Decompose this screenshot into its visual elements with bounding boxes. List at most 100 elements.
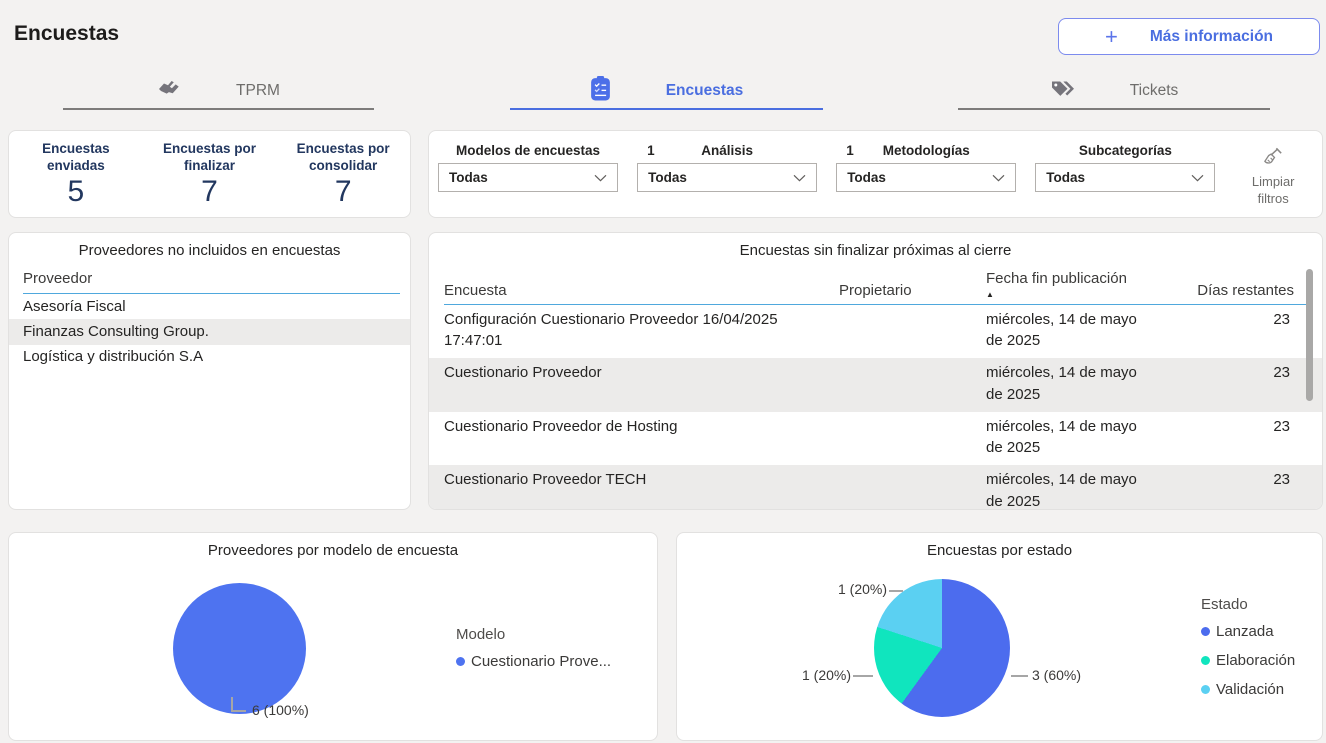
column-header-propietario[interactable]: Propietario	[839, 282, 986, 300]
surveys-panel-title: Encuestas sin finalizar próximas al cier…	[429, 233, 1322, 259]
pie-slice-cuestionario-proveedor[interactable]	[173, 583, 306, 714]
legend-dot	[1201, 627, 1210, 636]
slicer-badge: 1	[647, 143, 655, 158]
pie-encuestas-por-estado[interactable]	[874, 579, 1010, 717]
legend-title: Estado	[1201, 596, 1295, 613]
table-row[interactable]: Cuestionario Proveedor de Hosting miérco…	[429, 412, 1322, 466]
tab-encuestas[interactable]: Encuestas	[510, 74, 823, 110]
clear-filters-label: Limpiar	[1234, 174, 1312, 191]
cell-fecha: miércoles, 14 de mayo de 2025	[986, 358, 1164, 412]
pie-data-label-lanzada: 3 (60%)	[1032, 667, 1081, 683]
kpi-encuestas-por-finalizar: Encuestas por finalizar 7	[143, 141, 277, 207]
leader-line	[1011, 675, 1028, 677]
table-row[interactable]: Cuestionario Proveedor TECH miércoles, 1…	[429, 465, 1322, 510]
cell-fecha: miércoles, 14 de mayo de 2025	[986, 465, 1164, 510]
chart-title: Proveedores por modelo de encuesta	[9, 533, 657, 559]
kpi-value: 7	[143, 177, 277, 207]
table-row[interactable]: Cuestionario Proveedor miércoles, 14 de …	[429, 358, 1322, 412]
kpi-card: Encuestas enviadas 5 Encuestas por final…	[8, 130, 411, 218]
tab-tprm-label: TPRM	[236, 82, 280, 100]
legend-label: Lanzada	[1216, 623, 1274, 640]
cell-propietario	[839, 465, 986, 510]
slicer-value: Todas	[449, 170, 488, 185]
legend-dot	[1201, 685, 1210, 694]
pie-chart-proveedores-por-modelo: Proveedores por modelo de encuesta 6 (10…	[8, 532, 658, 741]
plus-icon: +	[1105, 26, 1118, 48]
tab-encuestas-label: Encuestas	[666, 82, 744, 100]
legend-item-lanzada[interactable]: Lanzada	[1201, 623, 1295, 640]
more-info-label: Más información	[1150, 28, 1273, 46]
tab-tickets[interactable]: Tickets	[958, 74, 1270, 110]
table-row[interactable]: Logística y distribución S.A	[9, 345, 410, 370]
column-header-encuesta[interactable]: Encuesta	[444, 282, 839, 300]
slicer-dropdown-metodologias[interactable]: Todas	[836, 163, 1016, 192]
leader-line	[853, 675, 873, 677]
legend-title: Modelo	[456, 626, 611, 643]
cell-fecha: miércoles, 14 de mayo de 2025	[986, 305, 1164, 359]
kpi-encuestas-enviadas: Encuestas enviadas 5	[9, 141, 143, 207]
providers-panel-title: Proveedores no incluidos en encuestas	[9, 233, 410, 259]
chart-legend: Estado Lanzada Elaboración Validación	[1201, 596, 1295, 710]
clear-filters-button[interactable]: Limpiar filtros	[1234, 143, 1312, 208]
table-row[interactable]: Configuración Cuestionario Proveedor 16/…	[429, 305, 1322, 359]
chevron-down-icon	[793, 169, 806, 187]
kpi-value: 7	[276, 177, 410, 207]
chart-title: Encuestas por estado	[677, 533, 1322, 559]
broom-icon	[1262, 155, 1285, 172]
cell-encuesta: Cuestionario Proveedor TECH	[444, 465, 839, 510]
column-header-fecha[interactable]: Fecha fin publicación ▲	[986, 270, 1164, 300]
more-info-button[interactable]: + Más información	[1058, 18, 1320, 55]
kpi-value: 5	[9, 177, 143, 207]
slicer-label: Metodologías	[883, 143, 970, 158]
vertical-scrollbar[interactable]	[1306, 269, 1313, 401]
legend-label: Cuestionario Prove...	[471, 653, 611, 670]
slicer-value: Todas	[1046, 170, 1085, 185]
slicer-dropdown-subcategorias[interactable]: Todas	[1035, 163, 1215, 192]
slicer-subcategorias: Subcategorías Todas	[1035, 143, 1215, 192]
tab-tprm[interactable]: TPRM	[63, 74, 374, 110]
slicer-value: Todas	[847, 170, 886, 185]
leader-line	[231, 697, 233, 711]
cell-encuesta: Cuestionario Proveedor de Hosting	[444, 412, 839, 466]
slicer-label: Subcategorías	[1079, 143, 1172, 158]
tab-tickets-label: Tickets	[1130, 82, 1179, 100]
legend-item[interactable]: Cuestionario Prove...	[456, 653, 611, 670]
table-row[interactable]: Finanzas Consulting Group.	[9, 319, 410, 344]
slicer-analisis: 1 Análisis Todas	[637, 143, 817, 192]
table-row[interactable]: Asesoría Fiscal	[9, 294, 410, 319]
handshake-icon	[157, 79, 181, 104]
cell-encuesta: Cuestionario Proveedor	[444, 358, 839, 412]
chevron-down-icon	[1191, 169, 1204, 187]
filter-bar: Modelos de encuestas Todas 1 Análisis To…	[428, 130, 1323, 218]
legend-item-elaboracion[interactable]: Elaboración	[1201, 652, 1295, 669]
cell-dias: 23	[1164, 465, 1294, 510]
cell-dias: 23	[1164, 358, 1294, 412]
slicer-modelos-de-encuestas: Modelos de encuestas Todas	[438, 143, 618, 192]
kpi-label: Encuestas enviadas	[9, 141, 143, 175]
tags-icon	[1050, 78, 1075, 104]
page-title: Encuestas	[14, 22, 119, 46]
kpi-encuestas-por-consolidar: Encuestas por consolidar 7	[276, 141, 410, 207]
clear-filters-label: filtros	[1234, 191, 1312, 208]
slicer-metodologias: 1 Metodologías Todas	[836, 143, 1016, 192]
sort-ascending-icon: ▲	[986, 290, 1164, 300]
slicer-value: Todas	[648, 170, 687, 185]
chevron-down-icon	[594, 169, 607, 187]
kpi-label: Encuestas por consolidar	[276, 141, 410, 175]
legend-dot	[1201, 656, 1210, 665]
chevron-down-icon	[992, 169, 1005, 187]
slicer-dropdown-analisis[interactable]: Todas	[637, 163, 817, 192]
column-header-dias[interactable]: Días restantes	[1164, 282, 1294, 300]
cell-propietario	[839, 305, 986, 359]
slicer-dropdown-modelos[interactable]: Todas	[438, 163, 618, 192]
cell-encuesta: Configuración Cuestionario Proveedor 16/…	[444, 305, 839, 359]
providers-column-header[interactable]: Proveedor	[9, 259, 410, 293]
legend-item-validacion[interactable]: Validación	[1201, 681, 1295, 698]
kpi-label: Encuestas por finalizar	[143, 141, 277, 175]
slicer-label: Análisis	[701, 143, 753, 158]
providers-panel: Proveedores no incluidos en encuestas Pr…	[8, 232, 411, 510]
cell-propietario	[839, 412, 986, 466]
cell-propietario	[839, 358, 986, 412]
checklist-clipboard-icon	[590, 76, 611, 106]
pie-data-label: 6 (100%)	[252, 702, 309, 718]
